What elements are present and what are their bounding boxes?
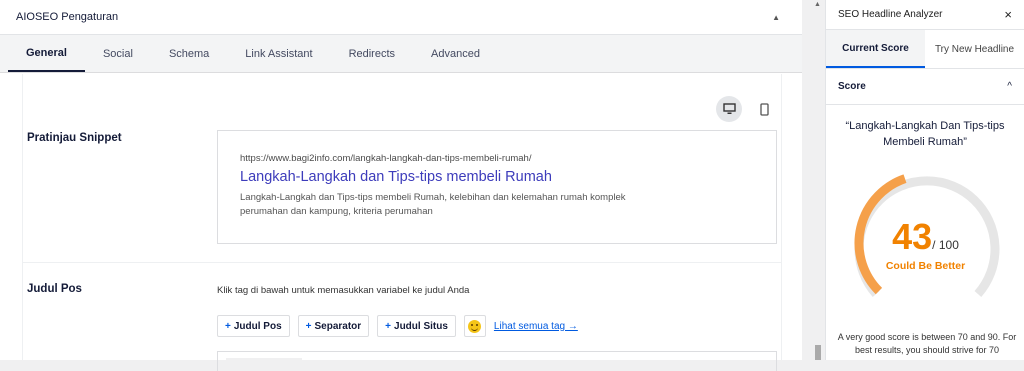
score-advice: A very good score is between 70 and 90. … [837,332,1017,355]
chevron-up-icon: ^ [1007,81,1012,92]
score-section-header[interactable]: Score ^ [826,69,1024,105]
emoji-button[interactable] [463,315,486,337]
post-title-hint: Klik tag di bawah untuk memasukkan varia… [217,285,470,296]
settings-tabs: General Social Schema Link Assistant Red… [0,35,802,73]
panel-header[interactable]: AIOSEO Pengaturan ▲ [0,0,802,35]
sidebar-title: SEO Headline Analyzer [838,9,943,20]
scroll-up-icon[interactable]: ▲ [814,1,821,8]
snippet-label: Pratinjau Snippet [27,132,122,144]
snippet-description: Langkah-Langkah dan Tips-tips membeli Ru… [240,192,626,217]
score-value: 43 [892,216,933,257]
settings-body: Pratinjau Snippet https://www.bagi2info.… [22,74,782,371]
sidebar-header: SEO Headline Analyzer × [826,0,1024,30]
tag-button-separator[interactable]: + Separator [297,315,370,337]
score-section-title: Score [838,81,866,92]
see-all-tags-link[interactable]: Lihat semua tag → [494,321,578,332]
close-icon[interactable]: × [1004,7,1012,22]
post-title-label: Judul Pos [27,283,82,295]
smiley-icon [468,319,482,333]
headline-analyzer-sidebar: SEO Headline Analyzer × Current Score Tr… [825,0,1024,360]
tab-schema[interactable]: Schema [151,35,227,72]
tag-button-post-title[interactable]: + Judul Pos [217,315,290,337]
post-title-input[interactable] [217,351,777,371]
snippet-preview: https://www.bagi2info.com/langkah-langka… [217,130,777,244]
desktop-icon[interactable] [716,96,742,122]
scrollbar-thumb[interactable] [815,345,821,360]
caret-up-icon[interactable]: ▲ [772,13,780,22]
tab-general[interactable]: General [8,35,85,72]
score-max: / 100 [932,238,959,252]
score-readout: 43/ 100 [826,216,1024,258]
tab-current-score[interactable]: Current Score [826,30,925,68]
snippet-title: Langkah-Langkah dan Tips-tips membeli Ru… [240,169,552,185]
tag-buttons: + Judul Pos + Separator + Judul Situs Lihat… [217,315,578,337]
tab-try-new-headline[interactable]: Try New Headline [925,30,1024,68]
snippet-url: https://www.bagi2info.com/langkah-langka… [240,153,532,164]
tag-button-site-title[interactable]: + Judul Situs [377,315,456,337]
sidebar-tabs: Current Score Try New Headline [826,30,1024,69]
score-label: Could Be Better [885,260,966,272]
tab-social[interactable]: Social [85,35,151,72]
general-settings: Pratinjau Snippet https://www.bagi2info.… [0,74,802,371]
analyzed-headline: “Langkah-Langkah Dan Tips-tips Membeli R… [845,120,1005,148]
tab-link-assistant[interactable]: Link Assistant [227,35,330,72]
scrollbar[interactable]: ▲ [811,0,824,360]
mobile-icon[interactable] [751,96,777,122]
divider [23,262,781,263]
panel-title: AIOSEO Pengaturan [16,11,119,23]
tab-advanced[interactable]: Advanced [413,35,498,72]
tab-redirects[interactable]: Redirects [331,35,413,72]
